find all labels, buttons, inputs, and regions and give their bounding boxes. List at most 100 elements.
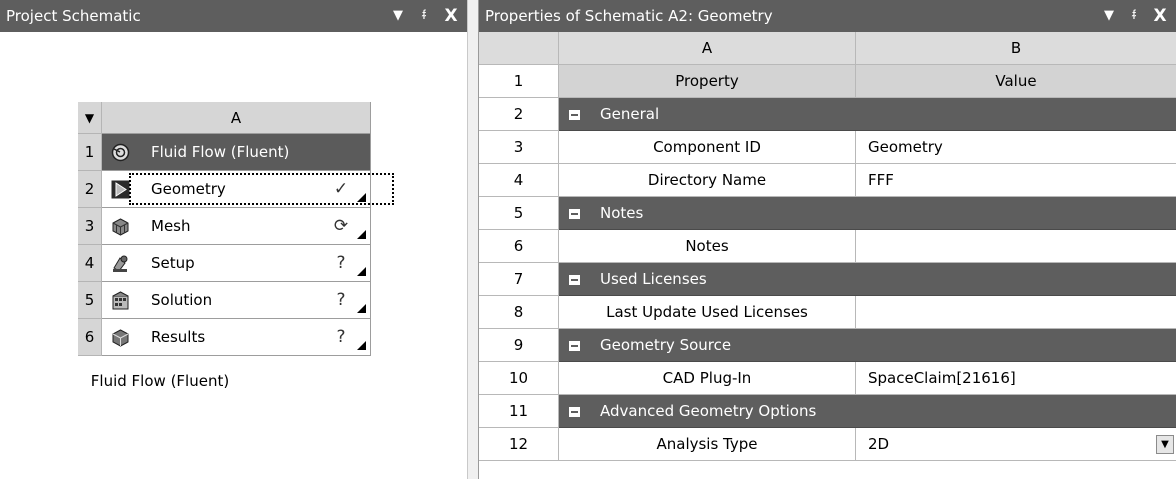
property-name: CAD Plug-In xyxy=(559,362,856,395)
category-row[interactable]: 2 General xyxy=(479,98,1176,131)
collapse-icon[interactable] xyxy=(569,407,580,417)
panel-divider[interactable] xyxy=(467,0,479,479)
system-cell[interactable]: Mesh ⟳ xyxy=(102,208,371,245)
refresh-icon: ⟳ xyxy=(333,216,349,236)
collapse-icon[interactable] xyxy=(569,110,580,120)
results-icon xyxy=(111,328,130,347)
system-cell-label: Geometry xyxy=(151,180,226,198)
system-row-number: 3 xyxy=(78,208,102,245)
property-value[interactable]: Geometry xyxy=(856,131,1176,164)
dropdown-arrow-icon[interactable]: ▼ xyxy=(1156,435,1174,454)
corner-cell xyxy=(479,32,559,65)
system-row[interactable]: 1 Fluid Flow (Fluent) xyxy=(78,134,371,171)
system-cell[interactable]: Fluid Flow (Fluent) xyxy=(102,134,371,171)
context-corner-icon[interactable] xyxy=(357,304,366,313)
column-b-header[interactable]: B xyxy=(856,32,1176,65)
system-row-number: 4 xyxy=(78,245,102,282)
pin-icon[interactable]: ᵮ xyxy=(414,0,434,32)
close-icon[interactable]: X xyxy=(440,0,462,32)
system-cell[interactable]: Solution? xyxy=(102,282,371,319)
category-row[interactable]: 11 Advanced Geometry Options xyxy=(479,395,1176,428)
property-row[interactable]: 3 Component ID Geometry xyxy=(479,131,1176,164)
system-cell[interactable]: Results? xyxy=(102,319,371,356)
row-number: 3 xyxy=(479,131,559,164)
row-number: 9 xyxy=(479,329,559,362)
property-value[interactable]: SpaceClaim[21616] xyxy=(856,362,1176,395)
property-name: Analysis Type xyxy=(559,428,856,461)
category-row[interactable]: 7 Used Licenses xyxy=(479,263,1176,296)
category-label: Geometry Source xyxy=(600,336,732,354)
row-number: 4 xyxy=(479,164,559,197)
category-header[interactable]: Advanced Geometry Options xyxy=(559,395,1176,428)
value-header: Value xyxy=(856,65,1176,98)
mesh-icon xyxy=(111,217,130,236)
properties-title: Properties of Schematic A2: Geometry xyxy=(479,0,1176,32)
system-row[interactable]: 2 Geometry ✓ xyxy=(78,171,394,208)
category-row[interactable]: 5 Notes xyxy=(479,197,1176,230)
setup-icon xyxy=(111,254,130,273)
system-caption[interactable]: Fluid Flow (Fluent) xyxy=(0,372,320,390)
category-row[interactable]: 9 Geometry Source xyxy=(479,329,1176,362)
context-corner-icon[interactable] xyxy=(357,193,366,202)
property-row[interactable]: 12 Analysis Type 2D ▼ xyxy=(479,428,1176,461)
property-value[interactable]: 2D ▼ xyxy=(856,428,1176,461)
row-number: 7 xyxy=(479,263,559,296)
row-number: 12 xyxy=(479,428,559,461)
check-icon: ✓ xyxy=(333,179,349,199)
collapse-icon[interactable] xyxy=(569,275,580,285)
system-row-number: 1 xyxy=(78,134,102,171)
property-row[interactable]: 10 CAD Plug-In SpaceClaim[21616] xyxy=(479,362,1176,395)
system-cell-label: Setup xyxy=(151,254,195,272)
property-row[interactable]: 6 Notes xyxy=(479,230,1176,263)
property-value-text: FFF xyxy=(868,171,894,189)
system-cell-label: Mesh xyxy=(151,217,191,235)
properties-panel: Properties of Schematic A2: Geometry ▼ ᵮ… xyxy=(479,0,1176,479)
collapse-icon[interactable] xyxy=(569,341,580,351)
system-cell[interactable]: Setup? xyxy=(102,245,371,282)
system-cell[interactable]: Geometry ✓ xyxy=(102,171,394,208)
row-number: 5 xyxy=(479,197,559,230)
property-name: Last Update Used Licenses xyxy=(559,296,856,329)
question-icon: ? xyxy=(336,253,346,273)
category-header[interactable]: Notes xyxy=(559,197,1176,230)
system-row[interactable]: 6 Results? xyxy=(78,319,371,356)
property-value[interactable] xyxy=(856,296,1176,329)
category-header[interactable]: Geometry Source xyxy=(559,329,1176,362)
context-corner-icon[interactable] xyxy=(357,267,366,276)
property-row[interactable]: 8 Last Update Used Licenses xyxy=(479,296,1176,329)
system-column-label: A xyxy=(102,102,371,134)
category-label: Notes xyxy=(600,204,644,222)
category-label: Advanced Geometry Options xyxy=(600,402,817,420)
context-corner-icon[interactable] xyxy=(357,341,366,350)
property-value[interactable]: FFF xyxy=(856,164,1176,197)
column-a-header[interactable]: A xyxy=(559,32,856,65)
close-icon[interactable]: X xyxy=(1149,0,1171,32)
row-number: 2 xyxy=(479,98,559,131)
system-row-number: 6 xyxy=(78,319,102,356)
row-number: 11 xyxy=(479,395,559,428)
system-row[interactable]: 4 Setup? xyxy=(78,245,371,282)
panel-menu-icon[interactable]: ▼ xyxy=(1099,0,1119,32)
category-label: General xyxy=(600,105,660,123)
panel-menu-icon[interactable]: ▼ xyxy=(388,0,408,32)
property-name: Notes xyxy=(559,230,856,263)
context-corner-icon[interactable] xyxy=(357,230,366,239)
column-header-row: A B xyxy=(479,32,1176,65)
system-cell-label: Fluid Flow (Fluent) xyxy=(151,143,290,161)
property-header: Property xyxy=(559,65,856,98)
question-icon: ? xyxy=(336,327,346,347)
property-value[interactable] xyxy=(856,230,1176,263)
system-row[interactable]: 3 Mesh ⟳ xyxy=(78,208,371,245)
system-row[interactable]: 5 Solution? xyxy=(78,282,371,319)
system-cell-label: Results xyxy=(151,328,206,346)
fluid-flow-icon xyxy=(111,143,130,162)
property-row[interactable]: 4 Directory Name FFF xyxy=(479,164,1176,197)
category-header[interactable]: Used Licenses xyxy=(559,263,1176,296)
category-header[interactable]: General xyxy=(559,98,1176,131)
property-name: Component ID xyxy=(559,131,856,164)
row-number: 1 xyxy=(479,65,559,98)
system-menu-arrow[interactable]: ▼ xyxy=(78,102,102,134)
pin-icon[interactable]: ᵮ xyxy=(1124,0,1144,32)
property-value-text: Geometry xyxy=(868,138,943,156)
collapse-icon[interactable] xyxy=(569,209,580,219)
